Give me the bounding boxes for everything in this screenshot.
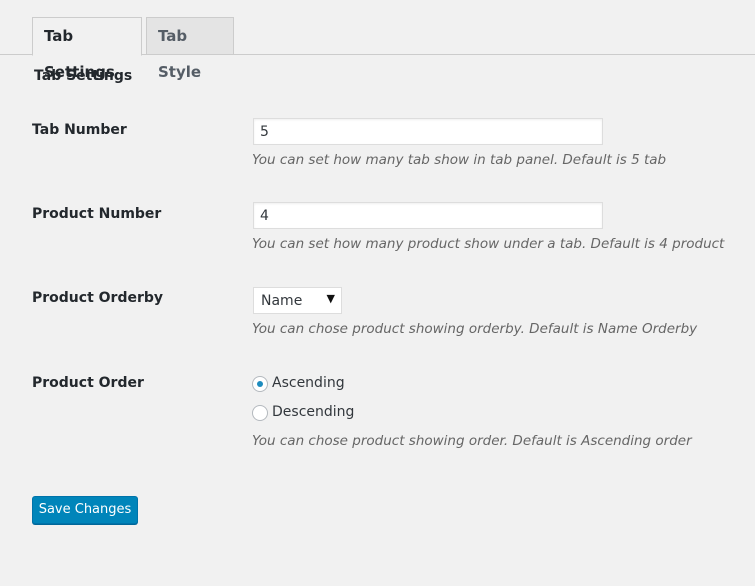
product-orderby-label: Product Orderby xyxy=(32,290,164,306)
tab-tab-settings[interactable]: Tab Settings xyxy=(32,17,142,81)
tab-number-input[interactable] xyxy=(253,118,603,145)
dropdown-arrow-icon: ▼ xyxy=(326,292,335,305)
tab-tab-style[interactable]: Tab Style xyxy=(146,17,234,81)
tab-bar: Tab Settings Tab Style xyxy=(0,0,755,81)
product-number-input[interactable] xyxy=(253,202,603,229)
descending-radio-label[interactable]: Descending xyxy=(272,404,354,420)
product-number-label: Product Number xyxy=(32,206,162,222)
product-order-description: You can chose product showing order. Def… xyxy=(252,433,692,449)
ascending-radio-label[interactable]: Ascending xyxy=(272,375,345,391)
product-orderby-selected-value: Name xyxy=(261,293,303,309)
product-orderby-select[interactable]: Name ▼ xyxy=(253,287,342,314)
product-orderby-description: You can chose product showing orderby. D… xyxy=(252,321,698,337)
product-order-label: Product Order xyxy=(32,375,144,391)
descending-radio[interactable] xyxy=(252,405,268,421)
product-number-description: You can set how many product show under … xyxy=(252,236,725,252)
section-title: Tab Settings xyxy=(34,68,133,84)
ascending-radio[interactable] xyxy=(252,376,268,392)
tab-number-label: Tab Number xyxy=(32,122,127,138)
tab-number-description: You can set how many tab show in tab pan… xyxy=(252,152,667,168)
radio-checked-dot xyxy=(257,381,263,387)
save-changes-button[interactable]: Save Changes xyxy=(32,496,138,524)
